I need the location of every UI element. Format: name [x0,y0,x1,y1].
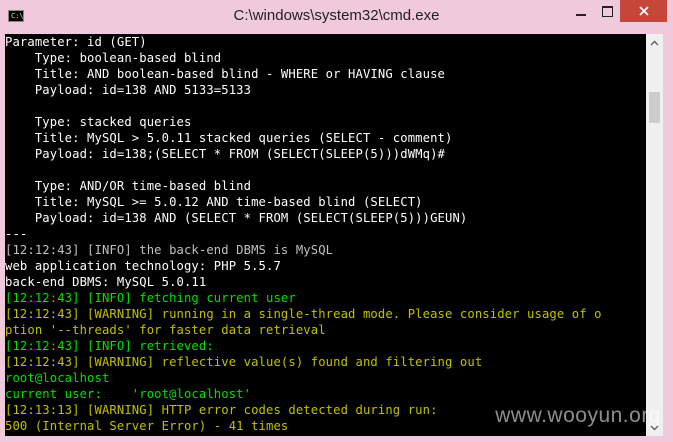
console-line: --- [5,227,28,241]
console-line: root@localhost [5,371,110,385]
maximize-button[interactable] [594,0,620,22]
scroll-up-button[interactable] [646,34,663,51]
minimize-icon [575,14,586,16]
title-bar[interactable]: C:\ C:\windows\system32\cmd.exe [0,0,673,34]
console-line: [12:12:43] [INFO] the back-end DBMS is M… [5,243,334,257]
console-output[interactable]: Parameter: id (GET) Type: boolean-based … [5,34,646,436]
close-icon [638,6,649,16]
console-line: current user: 'root@localhost' [5,387,252,401]
console-line: [12:12:43] [WARNING] running in a single… [5,307,602,321]
console-line: Payload: id=138;(SELECT * FROM (SELECT(S… [5,147,445,161]
watermark-text: www.wooyun.org [495,404,661,427]
console-line: Title: MySQL >= 5.0.12 AND time-based bl… [5,195,423,209]
console-line: Type: boolean-based blind [5,51,222,65]
console-line: web application technology: PHP 5.5.7 [5,259,281,273]
console-line: [12:12:43] [INFO] fetching current user [5,291,296,305]
minimize-button[interactable] [567,0,594,22]
vertical-scrollbar[interactable] [646,34,663,436]
cmd-window: C:\ C:\windows\system32\cmd.exe Paramete… [0,0,673,442]
console-line: Title: AND boolean-based blind - WHERE o… [5,67,445,81]
console-line: [12:12:43] [WARNING] reflective value(s)… [5,355,483,369]
console-line: Payload: id=138 AND (SELECT * FROM (SELE… [5,211,468,225]
console-line: Title: MySQL > 5.0.11 stacked queries (S… [5,131,453,145]
maximize-icon [601,5,613,17]
close-button[interactable] [620,0,667,22]
console-line: Payload: id=138 AND 5133=5133 [5,83,252,97]
scroll-thumb[interactable] [649,92,660,123]
console-line: ption '--threads' for faster data retrie… [5,323,326,337]
scroll-up-arrow-icon [650,40,659,45]
console-line: Type: AND/OR time-based blind [5,179,252,193]
console-line: Type: stacked queries [5,115,192,129]
console-line: [12:12:43] [INFO] retrieved: [5,339,214,353]
console-line: back-end DBMS: MySQL 5.0.11 [5,275,207,289]
console-line: Parameter: id (GET) [5,35,147,49]
